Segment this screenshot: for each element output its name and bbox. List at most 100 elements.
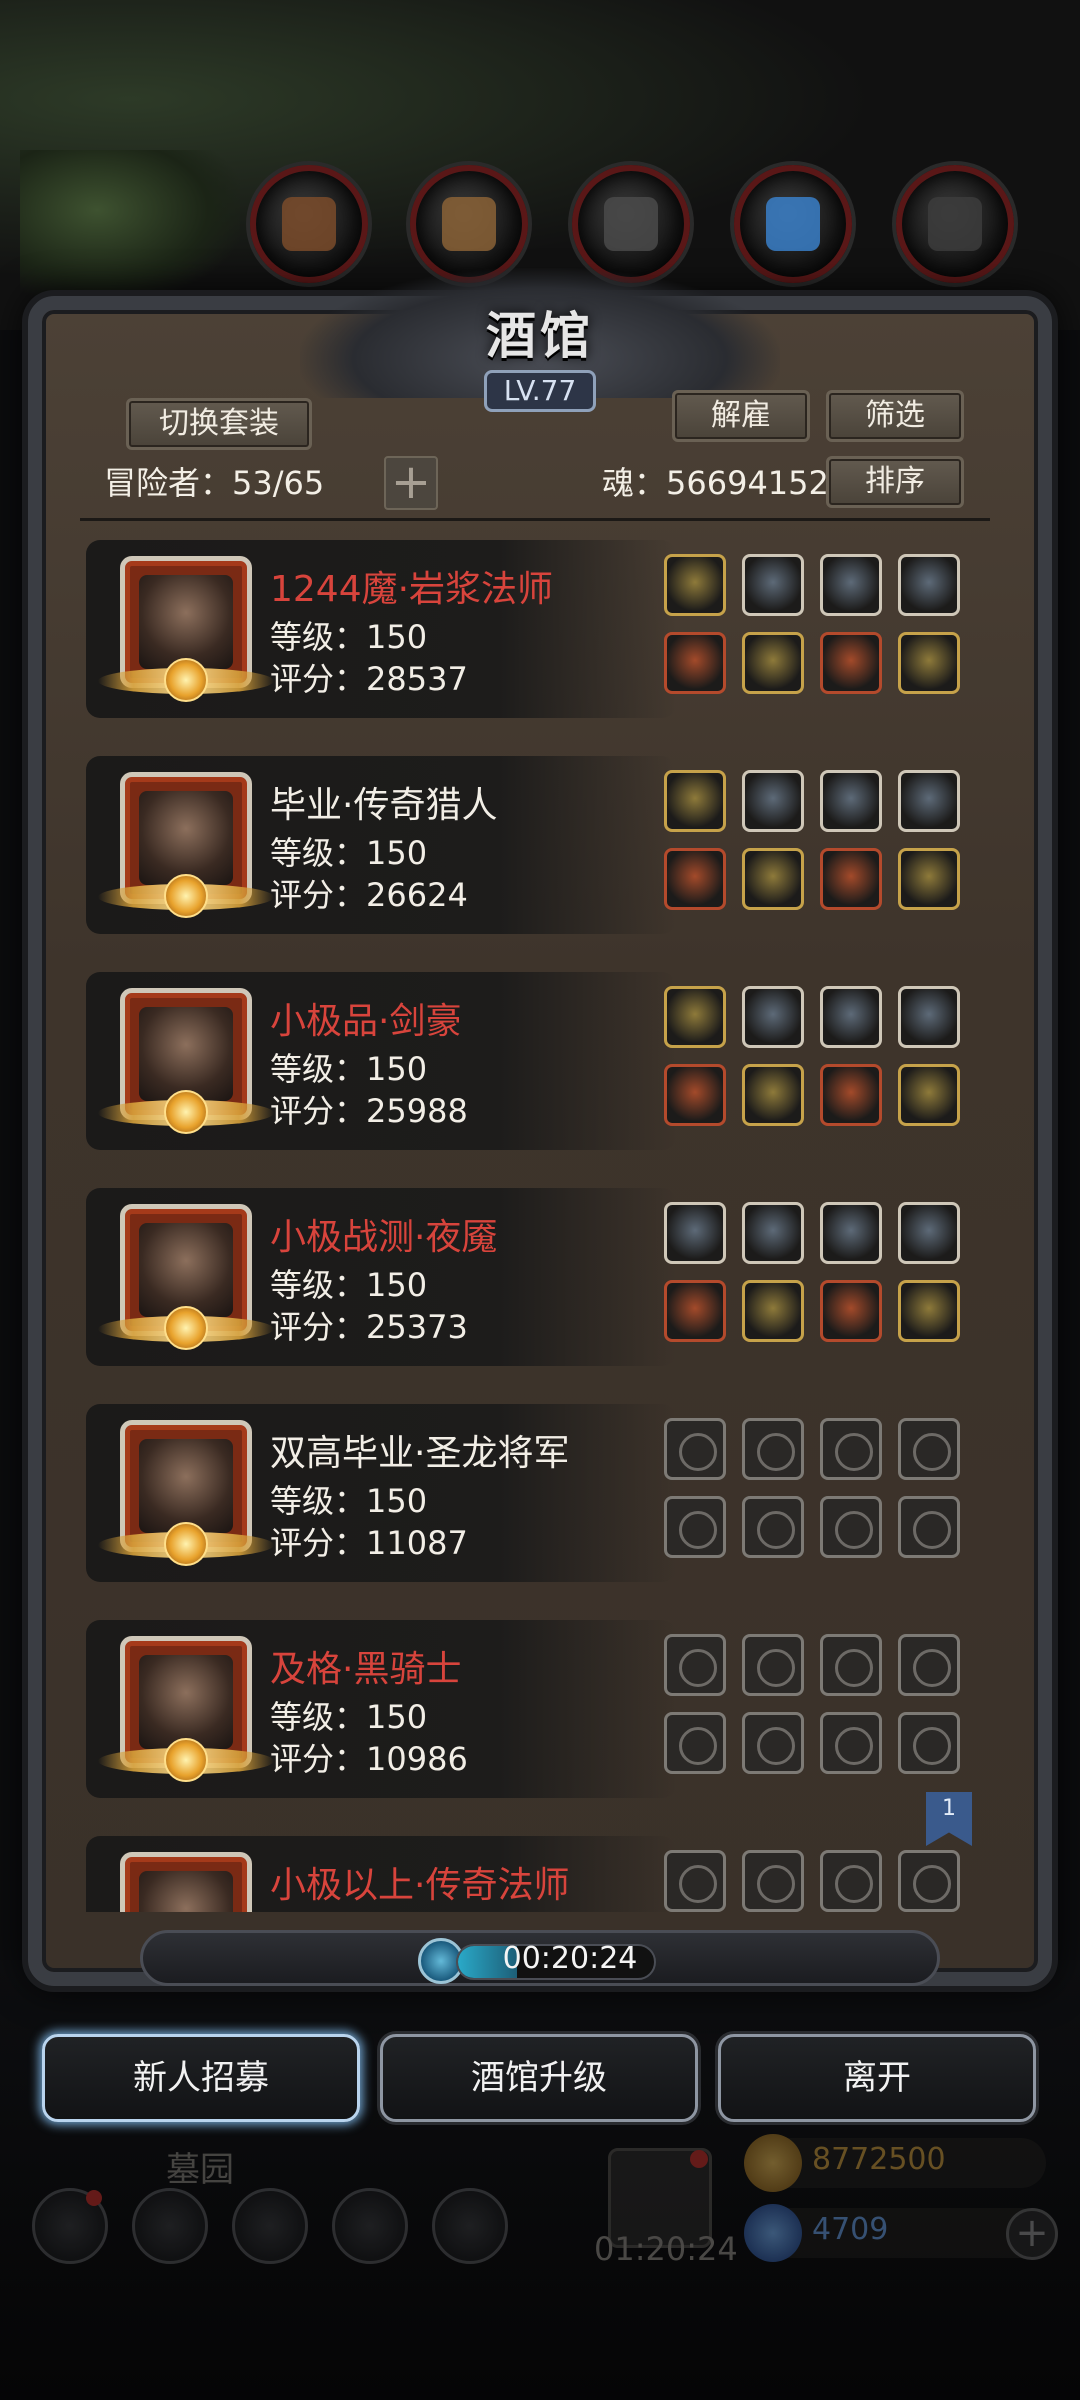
empty-equipment-slot[interactable] [898,1418,960,1480]
equipment-slot[interactable] [820,1280,882,1342]
empty-equipment-slot[interactable] [820,1418,882,1480]
empty-equipment-slot[interactable] [898,1712,960,1774]
empty-equipment-slot[interactable] [898,1634,960,1696]
equipment-slot[interactable] [898,554,960,616]
expand-capacity-button[interactable]: + [384,456,438,510]
upgrade-tavern-button[interactable]: 酒馆升级 [380,2034,698,2122]
equipment-slot[interactable] [742,848,804,910]
adventurer-card[interactable]: 1244魔·岩浆法师 等级：150 评分：28537 [86,540,986,718]
notification-dot [86,2190,102,2206]
hero-level: 等级：150 [270,1698,428,1736]
empty-equipment-slot[interactable] [742,1712,804,1774]
lumber-resource-icon [410,165,528,283]
equipment-slot[interactable] [820,986,882,1048]
hero-name: 毕业·传奇猎人 [270,785,498,826]
empty-equipment-slot[interactable] [664,1712,726,1774]
empty-equipment-slot[interactable] [820,1712,882,1774]
empty-equipment-slot[interactable] [664,1496,726,1558]
empty-equipment-slot[interactable] [664,1634,726,1696]
adventurer-card[interactable]: 小极战测·夜魇 等级：150 评分：25373 [86,1188,986,1366]
hero-portrait[interactable] [120,1852,252,1912]
equipment-slot[interactable] [898,848,960,910]
leave-button[interactable]: 离开 [718,2034,1036,2122]
equipment-slot[interactable] [664,770,726,832]
equipment-slot[interactable] [664,848,726,910]
hero-score: 评分：25373 [270,1308,468,1346]
equipment-slot[interactable] [742,1064,804,1126]
achievement-icon [132,2188,208,2264]
empty-equipment-slot[interactable] [820,1496,882,1558]
dismiss-button[interactable]: 解雇 [672,390,810,442]
ore-resource-icon [896,165,1014,283]
empty-equipment-slot[interactable] [742,1418,804,1480]
equipment-slots [664,986,974,1146]
empty-equipment-slot[interactable] [820,1634,882,1696]
equipment-slots [664,1202,974,1362]
equipment-slot[interactable] [742,986,804,1048]
rank-emblem-icon [164,874,208,918]
equipment-slot[interactable] [664,554,726,616]
adventurer-card[interactable]: 小极以上·传奇法师 [86,1836,986,1912]
adventurer-card[interactable]: 及格·黑骑士 等级：150 评分：10986 [86,1620,986,1798]
panel-title: 酒馆 [486,306,594,365]
hero-face [139,1007,233,1101]
hero-score: 评分：28537 [270,660,468,698]
empty-equipment-slot[interactable] [898,1496,960,1558]
adventurer-card[interactable]: 毕业·传奇猎人 等级：150 评分：26624 [86,756,986,934]
equipment-slot[interactable] [664,1280,726,1342]
equipment-slot[interactable] [898,770,960,832]
empty-equipment-slot[interactable] [664,1850,726,1912]
equipment-slot[interactable] [742,1280,804,1342]
equipment-slot[interactable] [898,1202,960,1264]
filter-button[interactable]: 筛选 [826,390,964,442]
switch-outfit-button[interactable]: 切换套装 [126,398,312,450]
hero-score: 评分：26624 [270,876,468,914]
equipment-slot[interactable] [820,1202,882,1264]
equipment-slot[interactable] [742,632,804,694]
adventurer-card[interactable]: 小极品·剑豪 等级：150 评分：25988 [86,972,986,1150]
hero-face [139,1439,233,1533]
equipment-slot[interactable] [664,1202,726,1264]
empty-equipment-slot[interactable] [742,1850,804,1912]
equipment-slot[interactable] [898,986,960,1048]
gift-timer: 01:20:24 [594,2230,738,2268]
equipment-slot[interactable] [664,632,726,694]
rank-emblem-icon [164,1738,208,1782]
dice-icon [432,2188,508,2264]
empty-equipment-slot[interactable] [820,1850,882,1912]
map-icon [232,2188,308,2264]
equipment-slots [664,770,974,930]
equipment-slot[interactable] [742,1202,804,1264]
equipment-slot[interactable] [820,770,882,832]
equipment-slot[interactable] [820,848,882,910]
equipment-slot[interactable] [898,1280,960,1342]
hero-level: 等级：150 [270,1050,428,1088]
equipment-slot[interactable] [664,986,726,1048]
wood-resource-icon [250,165,368,283]
equipment-slots [664,1850,974,1912]
rank-emblem-icon [164,1306,208,1350]
hero-level: 等级：150 [270,618,428,656]
equipment-slot[interactable] [664,1064,726,1126]
hero-name: 双高毕业·圣龙将军 [270,1433,570,1474]
equipment-slot[interactable] [742,770,804,832]
empty-equipment-slot[interactable] [898,1850,960,1912]
hero-level: 等级：150 [270,1266,428,1304]
recruit-button[interactable]: 新人招募 [42,2034,360,2122]
palm-tree-decoration [20,150,240,300]
adventurer-card[interactable]: 双高毕业·圣龙将军 等级：150 评分：11087 [86,1404,986,1582]
equipment-slot[interactable] [820,1064,882,1126]
rank-emblem-icon [164,1090,208,1134]
sort-button[interactable]: 排序 [826,456,964,508]
equipment-slot[interactable] [898,632,960,694]
empty-equipment-slot[interactable] [664,1418,726,1480]
equipment-slot[interactable] [820,554,882,616]
iron-resource-icon [572,165,690,283]
adventurer-list[interactable]: 1244魔·岩浆法师 等级：150 评分：28537 毕业·传奇猎人 等级：150 评分：… [86,540,986,1912]
empty-equipment-slot[interactable] [742,1496,804,1558]
header-divider [80,518,990,521]
equipment-slot[interactable] [820,632,882,694]
equipment-slot[interactable] [742,554,804,616]
empty-equipment-slot[interactable] [742,1634,804,1696]
equipment-slot[interactable] [898,1064,960,1126]
